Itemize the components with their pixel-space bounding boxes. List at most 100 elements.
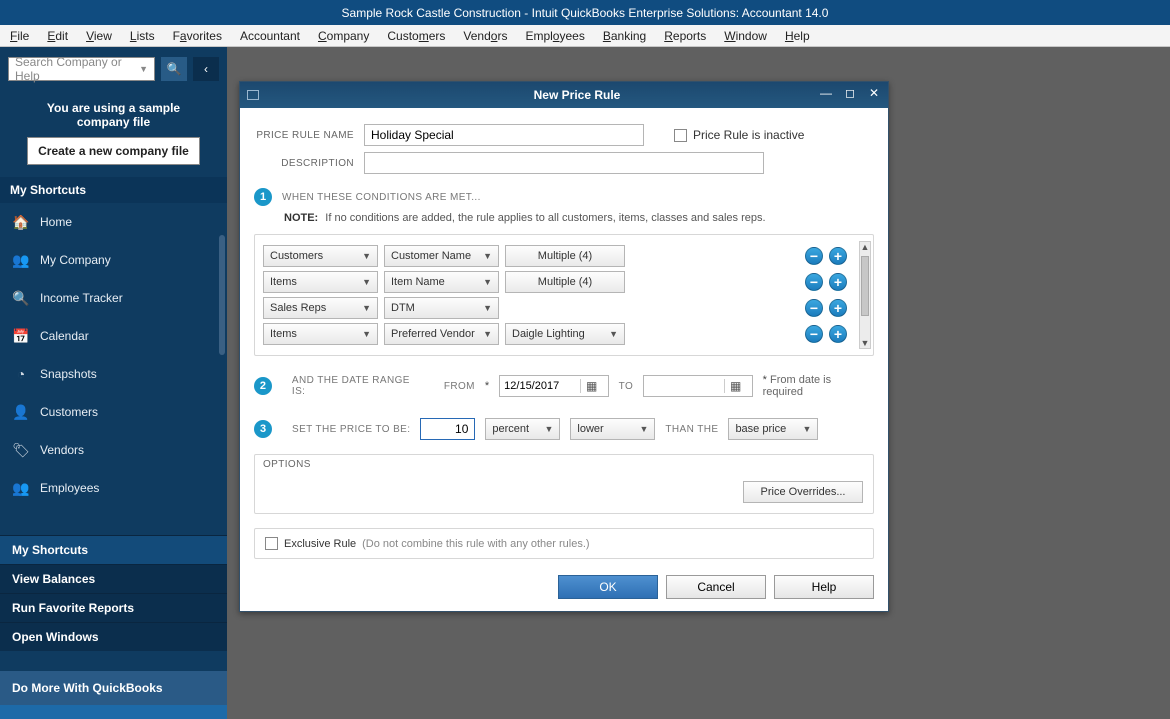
menu-accountant[interactable]: Accountant	[240, 29, 300, 43]
maximize-button[interactable]: ◻	[842, 85, 858, 101]
condition-value-button[interactable]: Multiple (4)	[505, 245, 625, 267]
add-condition-button[interactable]: +	[829, 299, 847, 317]
add-condition-button[interactable]: +	[829, 273, 847, 291]
sidebar-tab-myshortcuts[interactable]: My Shortcuts	[0, 535, 227, 564]
note-text: If no conditions are added, the rule app…	[325, 212, 765, 224]
menu-file[interactable]: File	[10, 29, 29, 43]
description-input[interactable]	[364, 152, 764, 174]
sidebar-items: 🏠Home 👥My Company 🔍Income Tracker 📅Calen…	[0, 203, 227, 507]
chevron-left-icon: ‹	[204, 62, 208, 76]
main-canvas: New Price Rule — ◻ ✕ PRICE RULE NAME Pri…	[227, 47, 1170, 719]
from-date-input[interactable]: ▦	[499, 375, 608, 397]
sidebar-tab-viewbalances[interactable]: View Balances	[0, 564, 227, 593]
rule-name-input[interactable]	[364, 124, 644, 146]
condition-field-select[interactable]: Customer Name▼	[384, 245, 499, 267]
condition-row: Customers▼ Customer Name▼ Multiple (4) −…	[263, 245, 867, 267]
close-button[interactable]: ✕	[866, 85, 882, 101]
remove-condition-button[interactable]: −	[805, 299, 823, 317]
create-company-button[interactable]: Create a new company file	[27, 137, 200, 165]
menu-company[interactable]: Company	[318, 29, 369, 43]
exclusive-checkbox[interactable]	[265, 537, 278, 550]
sidebar-domore[interactable]: Do More With QuickBooks	[0, 671, 227, 705]
inactive-checkbox[interactable]	[674, 129, 687, 142]
dialog-titlebar[interactable]: New Price Rule — ◻ ✕	[240, 82, 888, 108]
menu-vendors[interactable]: Vendors	[463, 29, 507, 43]
calendar-icon[interactable]: ▦	[580, 379, 602, 393]
price-direction-select[interactable]: lower▼	[570, 418, 655, 440]
sidebar-item-label: Calendar	[40, 329, 89, 343]
sidebar-tab-openwindows[interactable]: Open Windows	[0, 622, 227, 651]
sidebar-item-label: Customers	[40, 405, 98, 419]
cancel-button[interactable]: Cancel	[666, 575, 766, 599]
minimize-button[interactable]: —	[818, 85, 834, 101]
step2-badge: 2	[254, 377, 272, 395]
sample-line1: You are using a sample	[12, 101, 215, 115]
collapse-sidebar-button[interactable]: ‹	[193, 57, 219, 81]
price-base-select[interactable]: base price▼	[728, 418, 818, 440]
menu-view[interactable]: View	[86, 29, 112, 43]
remove-condition-button[interactable]: −	[805, 247, 823, 265]
menu-favorites[interactable]: Favorites	[173, 29, 222, 43]
step1-badge: 1	[254, 188, 272, 206]
sidebar-item-calendar[interactable]: 📅Calendar	[0, 317, 227, 355]
condition-value-select[interactable]: Daigle Lighting▼	[505, 323, 625, 345]
step3-badge: 3	[254, 420, 272, 438]
condition-type-select[interactable]: Sales Reps▼	[263, 297, 378, 319]
condition-field-select[interactable]: DTM▼	[384, 297, 499, 319]
search-input[interactable]: Search Company or Help ▼	[8, 57, 155, 81]
add-condition-button[interactable]: +	[829, 247, 847, 265]
price-overrides-button[interactable]: Price Overrides...	[743, 481, 863, 503]
sidebar-item-mycompany[interactable]: 👥My Company	[0, 241, 227, 279]
conditions-scrollbar[interactable]: ▲ ▼	[859, 241, 871, 349]
exclusive-rule-row: Exclusive Rule (Do not combine this rule…	[254, 528, 874, 559]
condition-type-select[interactable]: Customers▼	[263, 245, 378, 267]
menu-employees[interactable]: Employees	[525, 29, 584, 43]
menu-window[interactable]: Window	[724, 29, 767, 43]
from-date-field[interactable]	[500, 380, 580, 392]
sidebar-item-home[interactable]: 🏠Home	[0, 203, 227, 241]
menu-lists[interactable]: Lists	[130, 29, 155, 43]
to-date-field[interactable]	[644, 380, 724, 392]
sidebar-item-label: Vendors	[40, 443, 84, 457]
app-title: Sample Rock Castle Construction - Intuit…	[342, 6, 829, 20]
condition-field-select[interactable]: Item Name▼	[384, 271, 499, 293]
sidebar-item-vendors[interactable]: 🏷Vendors	[0, 431, 227, 469]
note-prefix: NOTE:	[284, 212, 318, 224]
sidebar-item-label: Income Tracker	[40, 291, 123, 305]
from-label: FROM	[444, 381, 475, 392]
condition-field-select[interactable]: Preferred Vendor▼	[384, 323, 499, 345]
sidebar-item-label: My Company	[40, 253, 111, 267]
condition-type-select[interactable]: Items▼	[263, 323, 378, 345]
remove-condition-button[interactable]: −	[805, 273, 823, 291]
price-amount-input[interactable]	[420, 418, 475, 440]
menu-banking[interactable]: Banking	[603, 29, 646, 43]
dialog-menu-icon[interactable]	[247, 90, 259, 100]
search-button[interactable]: 🔍	[161, 57, 187, 81]
help-button[interactable]: Help	[774, 575, 874, 599]
menu-help[interactable]: Help	[785, 29, 810, 43]
menu-edit[interactable]: Edit	[47, 29, 68, 43]
new-price-rule-dialog: New Price Rule — ◻ ✕ PRICE RULE NAME Pri…	[239, 81, 889, 612]
sidebar-item-snapshots[interactable]: ◔Snapshots	[0, 355, 227, 393]
menu-customers[interactable]: Customers	[387, 29, 445, 43]
step2-label: AND THE DATE RANGE IS:	[292, 375, 426, 397]
ok-button[interactable]: OK	[558, 575, 658, 599]
sidebar-item-customers[interactable]: 👤Customers	[0, 393, 227, 431]
menu-reports[interactable]: Reports	[664, 29, 706, 43]
to-label: TO	[619, 381, 634, 392]
sidebar-tab-runreports[interactable]: Run Favorite Reports	[0, 593, 227, 622]
sidebar-section-header: My Shortcuts	[0, 177, 227, 203]
sidebar-scrollbar[interactable]	[219, 235, 225, 355]
sidebar-item-employees[interactable]: 👥Employees	[0, 469, 227, 507]
to-date-input[interactable]: ▦	[643, 375, 752, 397]
remove-condition-button[interactable]: −	[805, 325, 823, 343]
calendar-icon[interactable]: ▦	[724, 379, 746, 393]
condition-value-button[interactable]: Multiple (4)	[505, 271, 625, 293]
exclusive-hint: (Do not combine this rule with any other…	[362, 538, 589, 550]
chevron-down-icon: ▼	[139, 64, 148, 74]
condition-type-select[interactable]: Items▼	[263, 271, 378, 293]
add-condition-button[interactable]: +	[829, 325, 847, 343]
sidebar-item-incometracker[interactable]: 🔍Income Tracker	[0, 279, 227, 317]
menubar: File Edit View Lists Favorites Accountan…	[0, 25, 1170, 47]
price-unit-select[interactable]: percent▼	[485, 418, 560, 440]
